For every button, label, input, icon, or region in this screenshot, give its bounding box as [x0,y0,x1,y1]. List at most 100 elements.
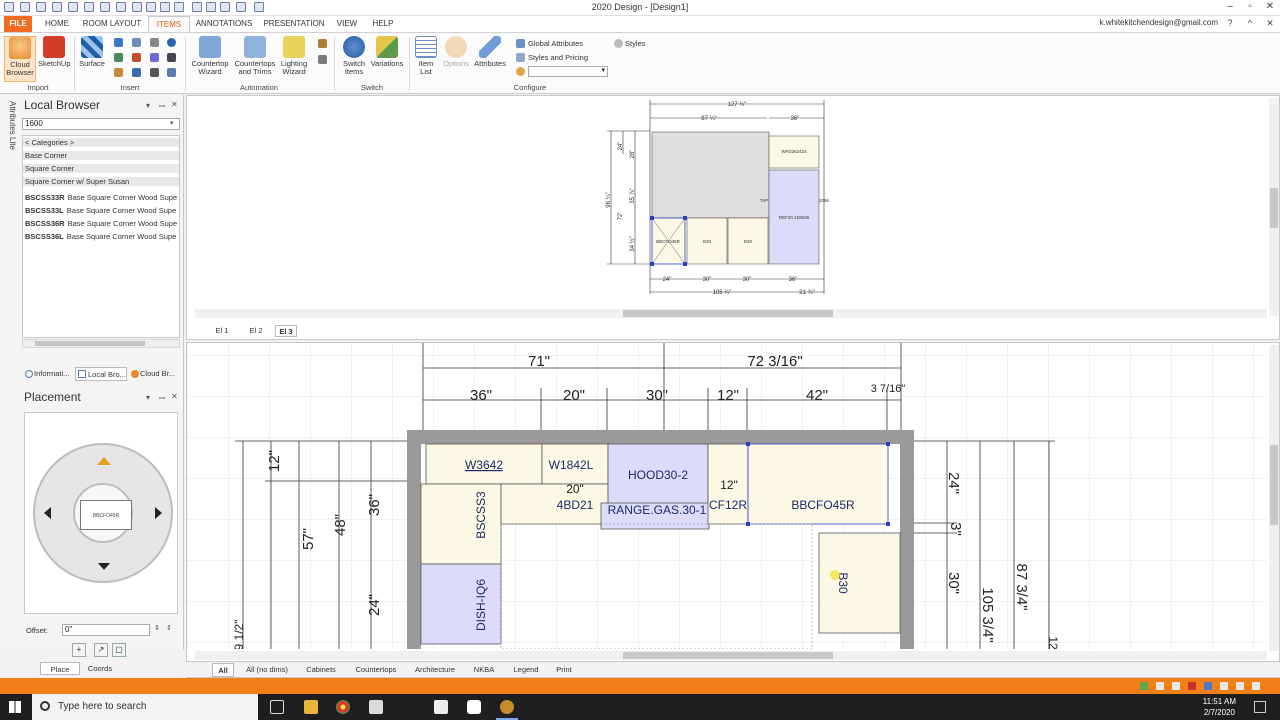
status-icon[interactable] [1236,682,1244,690]
tab-help[interactable]: HELP [368,16,398,32]
calculator-icon[interactable] [369,700,383,714]
file-explorer-icon[interactable] [304,700,318,714]
close-button[interactable]: ✕ [1260,1,1280,12]
maximize-button[interactable]: ▫ [1240,1,1260,12]
insert-tool-icon[interactable] [114,53,123,62]
tab-architecture[interactable]: Architecture [410,663,460,677]
ribbon-help-icon[interactable]: ? [1220,18,1240,28]
stepper-icon[interactable]: ⇕ [154,624,160,632]
stepper-icon[interactable]: ⇕ [166,624,172,632]
grid-icon[interactable] [1172,682,1180,690]
tab-place[interactable]: Place [40,662,80,675]
item-list-button[interactable]: Item List [412,36,440,76]
insert-tool-icon[interactable] [167,68,176,77]
arrow-down-icon[interactable] [98,563,110,570]
snap-icon[interactable] [1188,682,1196,690]
insert-tool-icon[interactable] [114,68,123,77]
notifications-icon[interactable] [1254,701,1266,713]
insert-tool-icon[interactable] [150,68,159,77]
tab-all-no-dims[interactable]: All (no dims) [240,663,294,677]
status-icon[interactable] [1204,682,1212,690]
attributes-button[interactable]: Attributes [472,36,508,68]
tab-cabinets[interactable]: Cabinets [300,663,342,677]
list-item[interactable]: BSCSS33R Base Square Corner Wood Supe [25,193,177,202]
insert-tool-icon[interactable] [150,38,159,47]
selection-handle[interactable] [886,522,890,526]
dishwasher[interactable] [420,563,502,645]
breadcrumb-base-corner[interactable]: Base Corner [23,151,179,160]
place-copy-icon[interactable]: ▢ [112,643,126,657]
task-view-icon[interactable] [270,700,284,714]
sketchup-button[interactable]: SketchUp [38,36,71,68]
chevron-down-icon[interactable]: ▾ [170,119,174,127]
tab-print[interactable]: Print [550,663,578,677]
local-browser-scrollbar[interactable] [22,339,180,348]
insert-tool-icon[interactable] [114,38,123,47]
tab-all[interactable]: All [212,663,234,677]
insert-tool-icon[interactable] [167,53,176,62]
panel-close-icon[interactable]: ✕ [171,100,178,109]
list-item[interactable]: BSCSS33L Base Square Corner Wood Supe [25,206,176,215]
scrollbar-thumb[interactable] [623,652,833,659]
tab-legend[interactable]: Legend [506,663,546,677]
status-icon[interactable] [1252,682,1260,690]
elevation-vertical-scrollbar[interactable] [1269,98,1279,316]
scrollbar-thumb[interactable] [623,310,833,317]
insert-tool-icon[interactable] [132,53,141,62]
categories-link[interactable]: < Categories > [23,138,179,147]
pin-icon[interactable]: ꟷ [159,101,166,112]
place-export-icon[interactable]: ↗ [94,643,108,657]
plan-view[interactable]: 71" 72 3/16" 36" 20" 30" 12" 42" 3 7/16"… [186,342,1280,662]
pin-icon[interactable]: ꟷ [159,393,166,404]
tab-nkba[interactable]: NKBA [466,663,502,677]
status-icon[interactable] [1140,682,1148,690]
cloud-browser-button[interactable]: Cloud Browser [4,36,36,82]
automation-tool-icon[interactable] [318,39,327,48]
windows-start-icon[interactable] [9,701,21,713]
tab-presentation[interactable]: PRESENTATION [260,16,328,32]
countertop-wizard-button[interactable]: Countertop Wizard [188,36,232,76]
tab-room-layout[interactable]: ROOM LAYOUT [80,16,144,32]
selection-handle[interactable] [683,262,687,266]
breadcrumb-square-corner[interactable]: Square Corner [23,164,179,173]
insert-tool-icon[interactable] [167,38,176,47]
tab-el-2[interactable]: El 2 [245,325,267,337]
selection-handle[interactable] [886,442,890,446]
styles-pricing-button[interactable]: Styles and Pricing [528,53,588,62]
place-new-icon[interactable]: + [72,643,86,657]
plan-horizontal-scrollbar[interactable] [195,651,1267,660]
tab-el-1[interactable]: El 1 [211,325,233,337]
global-attributes-button[interactable]: Global Attributes [528,39,583,48]
panel-close-icon[interactable]: ✕ [171,392,178,401]
photos-icon[interactable] [434,700,448,714]
tab-countertops[interactable]: Countertops [348,663,404,677]
account-email[interactable]: k.whitekitchendesign@gmail.com [1100,18,1218,27]
ribbon-close-icon[interactable]: ✕ [1260,18,1280,29]
cabinet-bbcfo45r[interactable] [747,443,889,525]
list-item[interactable]: BSCSS36L Base Square Corner Wood Supe [25,232,176,241]
panel-menu-icon[interactable]: ▾ [146,101,150,110]
arrow-left-icon[interactable] [44,507,51,519]
selection-handle[interactable] [650,262,654,266]
elevation-view[interactable]: 127 ¼" 87 ¼" 36" 96 ¼" 24" 28" 35 ⅞" 72"… [186,95,1280,340]
panel-menu-icon[interactable]: ▾ [146,393,150,402]
variations-button[interactable]: Variations [370,36,404,68]
placement-dial[interactable]: BBCFO45R [33,443,173,583]
placement-dial-center[interactable]: BBCFO45R [73,483,133,543]
selection-handle[interactable] [746,522,750,526]
minimize-button[interactable]: – [1220,1,1240,12]
tab-items[interactable]: ITEMS [148,16,190,32]
selection-handle[interactable] [746,442,750,446]
selection-handle[interactable] [683,216,687,220]
chrome-icon[interactable] [336,700,350,714]
list-item[interactable]: BSCSS36R Base Square Corner Wood Supe [25,219,177,228]
tab-annotations[interactable]: ANNOTATIONS [194,16,254,32]
insert-tool-icon[interactable] [132,38,141,47]
insert-tool-icon[interactable] [150,53,159,62]
local-browser-search[interactable]: 1600 [22,118,180,130]
styles-button[interactable]: Styles [625,39,645,48]
plan-vertical-scrollbar[interactable] [1269,345,1279,651]
ribbon-collapse-icon[interactable]: ^ [1240,18,1260,28]
arrow-up-icon[interactable] [97,457,111,465]
tab-coords[interactable]: Coords [80,662,120,675]
